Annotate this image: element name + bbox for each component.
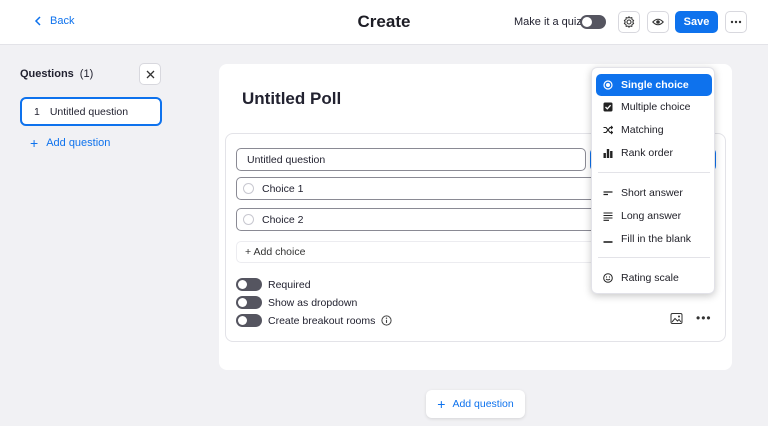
question-type-menu: Single choice Multiple choice Matching R… [591, 67, 715, 294]
add-question-sidebar-button[interactable]: + Add question [30, 135, 111, 151]
menu-item-label: Long answer [621, 210, 682, 222]
add-choice-button[interactable]: + Add choice [236, 241, 596, 263]
questions-heading: Questions (1) [20, 68, 93, 80]
questions-heading-label: Questions [20, 68, 74, 80]
menu-divider [598, 257, 710, 258]
menu-item-label: Matching [621, 124, 664, 136]
menu-item-label: Multiple choice [621, 101, 691, 113]
close-icon [146, 70, 154, 78]
preview-button[interactable] [647, 11, 669, 33]
required-label: Required [268, 278, 311, 291]
dropdown-option: Show as dropdown [236, 296, 357, 309]
menu-item-rank-order[interactable]: Rank order [596, 142, 712, 164]
radio-selected-icon [603, 80, 613, 90]
long-lines-icon [603, 212, 613, 221]
menu-item-label: Rank order [621, 147, 673, 159]
breakout-label: Create breakout rooms [268, 314, 376, 327]
radio-icon [243, 183, 254, 194]
menu-item-label: Rating scale [621, 272, 679, 284]
choice-label: Choice 1 [262, 182, 304, 195]
add-question-sidebar-label: Add question [46, 137, 111, 149]
shuffle-icon [603, 125, 613, 135]
questions-count: (1) [79, 68, 94, 80]
dropdown-toggle[interactable] [236, 296, 262, 309]
more-horizontal-icon [730, 20, 742, 24]
question-more-icon[interactable]: ••• [696, 311, 712, 325]
breakout-option: Create breakout rooms [236, 314, 392, 327]
add-question-button[interactable]: + Add question [426, 390, 525, 418]
quiz-toggle[interactable] [580, 15, 606, 29]
gear-icon [623, 16, 635, 28]
quiz-label: Make it a quiz [514, 16, 582, 28]
required-toggle[interactable] [236, 278, 262, 291]
choice-label: Choice 2 [262, 213, 304, 226]
question-number: 1 [34, 105, 40, 118]
checkbox-checked-icon [603, 102, 613, 112]
menu-item-label: Fill in the blank [621, 233, 692, 245]
info-icon[interactable] [381, 315, 392, 326]
plus-icon: + [30, 135, 39, 151]
sidebar-question-item[interactable]: 1 Untitled question [20, 97, 162, 126]
menu-item-rating-scale[interactable]: Rating scale [596, 267, 712, 289]
settings-button[interactable] [618, 11, 640, 33]
menu-item-multiple-choice[interactable]: Multiple choice [596, 96, 712, 118]
eye-icon [652, 18, 664, 26]
top-bar: Back Create Make it a quiz Save [0, 0, 768, 45]
more-options-button[interactable] [725, 11, 747, 33]
add-question-label: Add question [452, 398, 514, 410]
short-lines-icon [603, 191, 613, 196]
menu-item-fill-in-the-blank[interactable]: Fill in the blank [596, 228, 712, 250]
dropdown-label: Show as dropdown [268, 296, 358, 309]
bar-chart-icon [603, 149, 613, 158]
close-sidebar-button[interactable] [139, 63, 161, 85]
smiley-icon [603, 273, 613, 283]
menu-item-long-answer[interactable]: Long answer [596, 205, 712, 227]
required-option: Required [236, 278, 311, 291]
menu-item-matching[interactable]: Matching [596, 119, 712, 141]
menu-item-single-choice[interactable]: Single choice [596, 74, 712, 96]
poll-title[interactable]: Untitled Poll [242, 89, 341, 109]
image-icon[interactable] [670, 312, 683, 325]
menu-divider [598, 172, 710, 173]
question-input[interactable]: Untitled question [236, 148, 586, 171]
choice-row[interactable]: Choice 1 [236, 177, 596, 200]
radio-icon [243, 214, 254, 225]
breakout-toggle[interactable] [236, 314, 262, 327]
menu-item-short-answer[interactable]: Short answer [596, 182, 712, 204]
choice-row[interactable]: Choice 2 [236, 208, 596, 231]
save-button[interactable]: Save [675, 11, 718, 33]
plus-icon: + [437, 396, 446, 412]
menu-item-label: Short answer [621, 187, 683, 199]
menu-item-label: Single choice [621, 79, 689, 91]
blank-line-icon [603, 241, 613, 243]
question-label: Untitled question [49, 105, 129, 118]
